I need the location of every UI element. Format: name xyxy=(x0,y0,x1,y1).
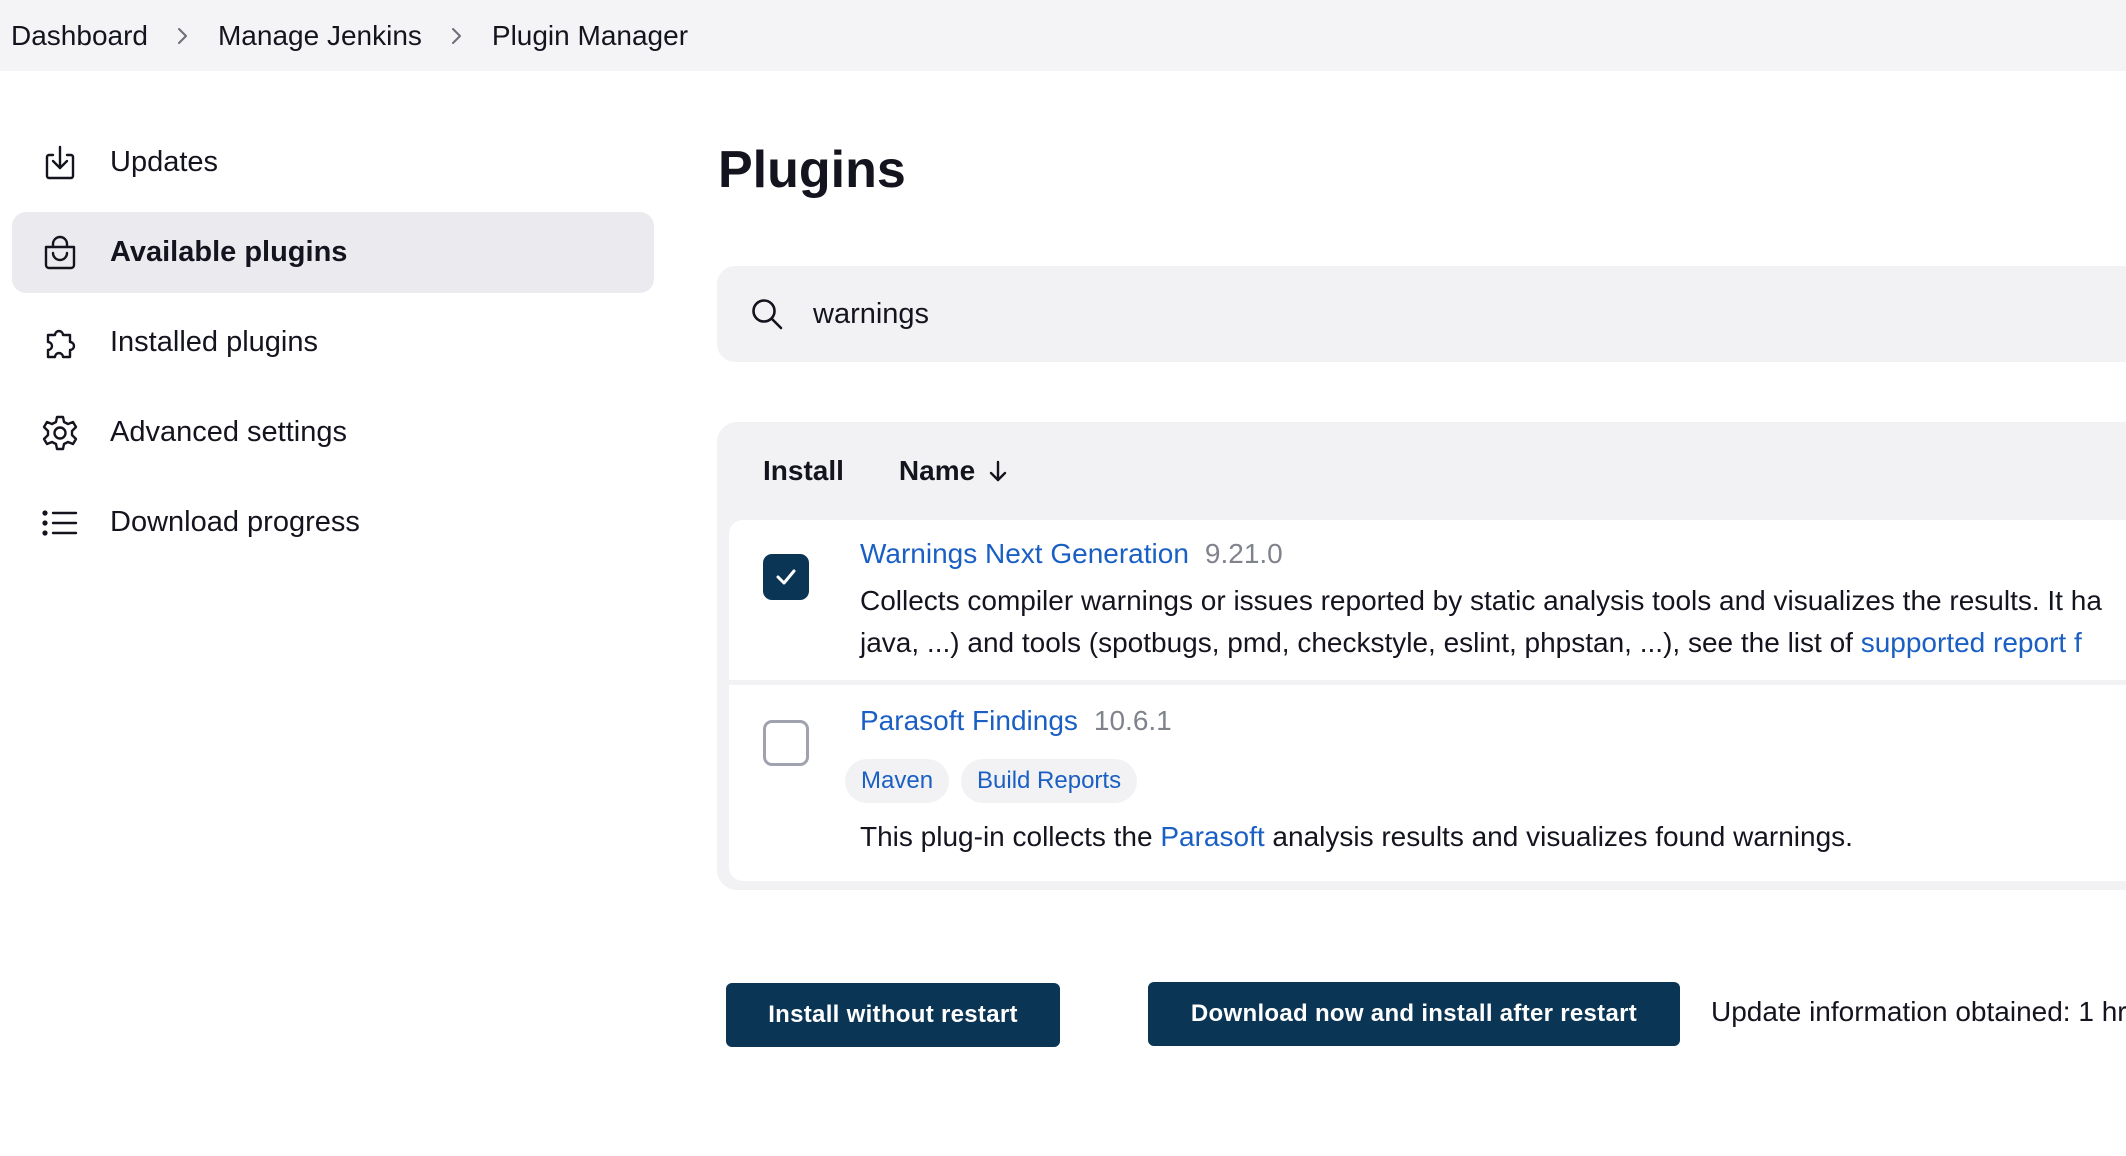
plugin-description: This plug-in collects the Parasoft analy… xyxy=(860,816,1853,858)
chevron-right-icon xyxy=(422,26,492,46)
tag-build-reports[interactable]: Build Reports xyxy=(961,759,1138,803)
sidebar: Updates Available plugins Installed plug… xyxy=(12,122,654,572)
download-icon xyxy=(38,141,82,185)
sidebar-item-label: Available plugins xyxy=(110,236,348,268)
install-checkbox[interactable] xyxy=(763,720,809,766)
page-title: Plugins xyxy=(718,141,906,199)
arrow-down-icon xyxy=(989,460,1007,482)
gear-icon xyxy=(38,411,82,455)
chevron-right-icon xyxy=(148,26,218,46)
plugin-name-link[interactable]: Warnings Next Generation 9.21.0 xyxy=(860,538,1283,570)
plugins-table: Install Name Warnings Next Generation 9.2… xyxy=(717,422,2126,890)
sidebar-item-label: Advanced settings xyxy=(110,416,347,448)
sidebar-item-label: Installed plugins xyxy=(110,326,318,358)
breadcrumb-plugin-manager[interactable]: Plugin Manager xyxy=(492,20,688,52)
breadcrumb-dashboard[interactable]: Dashboard xyxy=(11,20,148,52)
table-header: Install Name xyxy=(717,422,2126,520)
supported-report-link[interactable]: supported report f xyxy=(1861,627,2082,658)
plugin-version: 9.21.0 xyxy=(1204,538,1283,569)
breadcrumb-manage-jenkins[interactable]: Manage Jenkins xyxy=(218,20,422,52)
plugin-description: Collects compiler warnings or issues rep… xyxy=(860,580,2102,664)
plugin-name: Warnings Next Generation xyxy=(860,538,1189,569)
list-icon xyxy=(38,501,82,545)
sidebar-item-updates[interactable]: Updates xyxy=(12,122,654,203)
checkmark-icon xyxy=(776,569,796,585)
plugin-version: 10.6.1 xyxy=(1093,705,1172,736)
shopping-bag-icon xyxy=(38,231,82,275)
table-row: Warnings Next Generation 9.21.0 Collects … xyxy=(729,520,2126,680)
plugin-description-text: This plug-in collects the xyxy=(860,821,1161,852)
column-header-name[interactable]: Name xyxy=(899,455,1011,487)
plugin-name: Parasoft Findings xyxy=(860,705,1078,736)
search-bar[interactable] xyxy=(717,266,2126,362)
sidebar-item-available-plugins[interactable]: Available plugins xyxy=(12,212,654,293)
sidebar-item-installed-plugins[interactable]: Installed plugins xyxy=(12,302,654,383)
search-icon xyxy=(752,299,783,330)
sidebar-item-label: Updates xyxy=(110,146,219,178)
puzzle-icon xyxy=(38,321,82,365)
breadcrumb: Dashboard Manage Jenkins Plugin Manager xyxy=(0,0,2126,71)
table-row: Parasoft Findings 10.6.1 Maven Build Repo… xyxy=(729,685,2126,881)
column-header-name-label: Name xyxy=(898,455,976,486)
download-install-after-restart-button[interactable]: Download now and install after restart xyxy=(1148,982,1680,1046)
tag-maven[interactable]: Maven xyxy=(845,759,950,803)
column-header-install[interactable]: Install xyxy=(763,455,844,487)
parasoft-link[interactable]: Parasoft xyxy=(1160,821,1264,852)
plugin-name-link[interactable]: Parasoft Findings 10.6.1 xyxy=(860,705,1172,737)
search-input[interactable] xyxy=(813,297,2013,331)
plugin-description-text: java, ...) and tools (spotbugs, pmd, che… xyxy=(860,627,1861,658)
install-without-restart-button[interactable]: Install without restart xyxy=(726,983,1060,1047)
install-checkbox[interactable] xyxy=(763,554,809,600)
sidebar-item-label: Download progress xyxy=(110,506,360,538)
sidebar-item-advanced-settings[interactable]: Advanced settings xyxy=(12,392,654,473)
update-info-text: Update information obtained: 1 hr xyxy=(1711,996,2126,1027)
sidebar-item-download-progress[interactable]: Download progress xyxy=(12,482,654,563)
plugin-description-text: analysis results and visualizes found wa… xyxy=(1264,821,1853,852)
plugin-description-line: Collects compiler warnings or issues rep… xyxy=(860,585,2102,616)
plugin-description-line: java, ...) and tools (spotbugs, pmd, che… xyxy=(860,622,2102,664)
